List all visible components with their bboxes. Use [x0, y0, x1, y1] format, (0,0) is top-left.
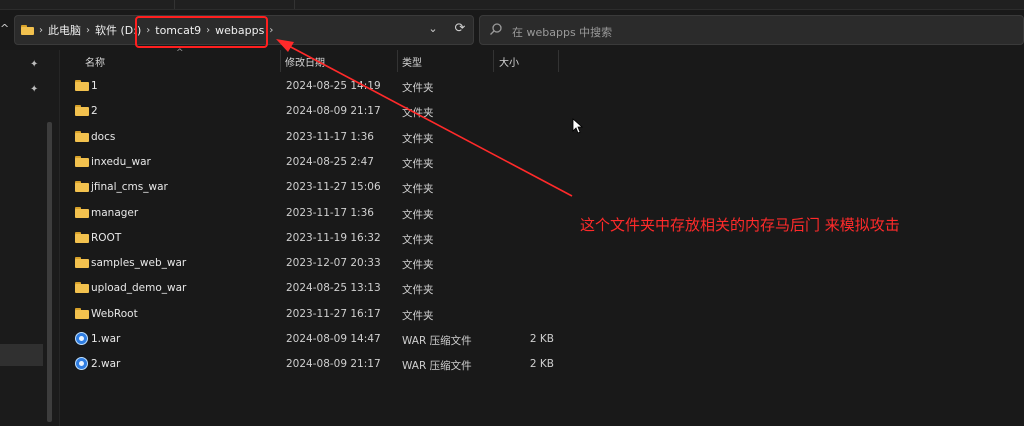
file-type: WAR 压缩文件 [402, 335, 472, 347]
folder-icon [75, 80, 89, 91]
file-type: 文件夹 [402, 259, 434, 272]
list-item[interactable]: 2 2024-08-09 21:17 文件夹 [60, 99, 1024, 124]
sidebar-scrollbar[interactable] [47, 122, 52, 422]
file-modified: 2024-08-25 13:13 [286, 282, 381, 295]
file-modified: 2023-11-27 16:17 [286, 307, 381, 320]
list-item[interactable]: docs 2023-11-17 1:36 文件夹 [60, 125, 1024, 150]
file-name: upload_demo_war [91, 282, 187, 295]
file-name: samples_web_war [91, 257, 187, 270]
file-type: 文件夹 [402, 284, 434, 297]
annotation-highlight-box [135, 16, 268, 48]
file-modified: 2024-08-09 14:47 [286, 333, 381, 345]
list-item[interactable]: 2.war 2024-08-09 21:17 WAR 压缩文件 2 KB [60, 352, 1024, 377]
refresh-icon[interactable]: ⟳ [452, 21, 468, 37]
file-modified: 2024-08-25 14:19 [286, 80, 381, 92]
folder-icon [75, 206, 89, 218]
folder-icon [75, 231, 89, 243]
search-icon [490, 23, 502, 35]
folder-icon [75, 307, 89, 319]
list-item[interactable]: 1.war 2024-08-09 14:47 WAR 压缩文件 2 KB [60, 327, 1024, 352]
column-header-modified[interactable]: 修改日期 [285, 54, 325, 69]
search-input[interactable]: 在 webapps 中搜索 [479, 15, 1024, 45]
file-size: 2 KB [529, 333, 554, 345]
column-header-type[interactable]: 类型 [402, 54, 422, 69]
column-header-name[interactable]: 名称 [85, 54, 105, 69]
file-name: 2.war [91, 358, 121, 371]
list-item[interactable]: samples_web_war 2023-12-07 20:33 文件夹 [60, 251, 1024, 276]
file-type: 文件夹 [402, 309, 434, 322]
file-name: manager [91, 206, 139, 219]
file-modified: 2024-08-09 21:17 [286, 358, 381, 371]
chevron-right-icon: › [86, 24, 90, 36]
file-type: 文件夹 [402, 107, 434, 120]
file-name: 1.war [91, 333, 121, 345]
file-name: 2 [91, 105, 98, 118]
file-type: 文件夹 [402, 82, 434, 94]
file-type: 文件夹 [402, 208, 434, 221]
list-item[interactable]: jfinal_cms_war 2023-11-27 15:06 文件夹 [60, 175, 1024, 200]
breadcrumb-this-pc[interactable]: 此电脑 [48, 22, 81, 38]
file-name: WebRoot [91, 307, 138, 320]
pin-icon[interactable]: ✦ [30, 84, 42, 96]
file-modified: 2023-11-17 1:36 [286, 206, 374, 219]
navigation-bar: ^ › 此电脑 › 软件 (D:) › tomcat9 › webapps › … [0, 10, 1024, 50]
folder-icon [75, 282, 89, 294]
file-type: 文件夹 [402, 132, 434, 145]
navigation-pane: ✦ ✦ [0, 50, 60, 426]
folder-icon [75, 181, 89, 193]
file-name: 1 [91, 80, 98, 92]
sort-caret-icon: ^ [176, 48, 184, 58]
column-header-row: ^ 名称 修改日期 类型 大小 [60, 48, 1024, 72]
chevron-right-icon: › [39, 24, 43, 36]
folder-icon [75, 105, 89, 117]
address-bar[interactable]: › 此电脑 › 软件 (D:) › tomcat9 › webapps › ⌄ … [14, 15, 474, 48]
file-modified: 2023-11-27 15:06 [286, 181, 381, 194]
file-list: ^ 名称 修改日期 类型 大小 1 2024-08-25 14:19 文件夹 2 202… [60, 48, 1024, 426]
chevron-down-icon[interactable]: ⌄ [425, 22, 441, 38]
file-name: jfinal_cms_war [91, 181, 168, 194]
mouse-cursor-icon [572, 118, 584, 134]
war-file-icon [75, 357, 88, 371]
folder-icon [75, 130, 89, 142]
folder-icon [75, 257, 89, 269]
file-modified: 2023-11-19 16:32 [286, 231, 381, 244]
title-strip [0, 0, 1024, 10]
list-item[interactable]: WebRoot 2023-11-27 16:17 文件夹 [60, 302, 1024, 327]
file-modified: 2024-08-25 2:47 [286, 155, 374, 168]
file-size: 2 KB [529, 358, 554, 371]
list-item[interactable]: 1 2024-08-25 14:19 文件夹 [60, 74, 1024, 99]
pin-icon[interactable]: ✦ [30, 59, 42, 71]
annotation-text: 这个文件夹中存放相关的内存马后门 来模拟攻击 [580, 216, 900, 234]
file-type: WAR 压缩文件 [402, 360, 472, 373]
list-item[interactable]: upload_demo_war 2024-08-25 13:13 文件夹 [60, 276, 1024, 301]
search-placeholder: 在 webapps 中搜索 [512, 26, 613, 39]
sidebar-selected-item[interactable] [0, 344, 43, 366]
war-file-icon [75, 332, 88, 345]
column-header-size[interactable]: 大小 [499, 54, 519, 69]
file-type: 文件夹 [402, 233, 434, 246]
file-type: 文件夹 [402, 157, 434, 170]
folder-icon [21, 25, 34, 35]
up-arrow-icon[interactable]: ^ [0, 22, 12, 36]
file-name: inxedu_war [91, 155, 151, 168]
file-modified: 2023-12-07 20:33 [286, 257, 381, 270]
file-modified: 2023-11-17 1:36 [286, 130, 374, 143]
file-name: docs [91, 130, 116, 143]
list-item[interactable]: inxedu_war 2024-08-25 2:47 文件夹 [60, 150, 1024, 175]
file-type: 文件夹 [402, 183, 434, 196]
folder-icon [75, 155, 89, 167]
file-modified: 2024-08-09 21:17 [286, 105, 381, 118]
file-name: ROOT [91, 231, 122, 244]
chevron-right-icon: › [269, 24, 274, 36]
